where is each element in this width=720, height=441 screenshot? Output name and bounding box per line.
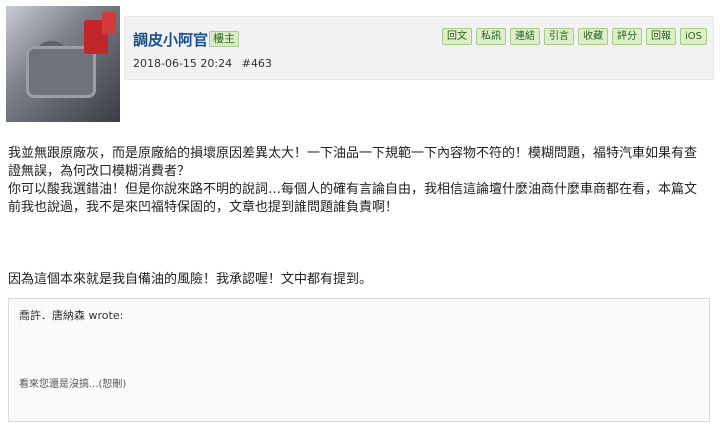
post-header: 調皮小阿官 樓主 2018-06-15 20:24 #463 回文 私訊 連結 … bbox=[124, 16, 714, 80]
private-message-button[interactable]: 私訊 bbox=[476, 28, 506, 45]
post-paragraph: 我並無跟原廠灰，而是原廠給的損壞原因差異太大！一下油品一下規範一下內容物不符的！… bbox=[8, 146, 698, 179]
quote-button[interactable]: 引言 bbox=[544, 28, 574, 45]
post-paragraph: 因為這個本來就是我自備油的風險！我承認喔！文中都有提到。 bbox=[8, 272, 373, 287]
post-floor-number[interactable]: #463 bbox=[242, 57, 272, 70]
post-meta: 2018-06-15 20:24 #463 bbox=[133, 57, 272, 70]
link-button[interactable]: 連結 bbox=[510, 28, 540, 45]
post-timestamp: 2018-06-15 20:24 bbox=[133, 57, 233, 70]
quote-body: 看來您還是沒搞...(恕刪) bbox=[19, 379, 127, 390]
avatar[interactable] bbox=[6, 6, 120, 122]
bookmark-button[interactable]: 收藏 bbox=[578, 28, 608, 45]
reply-button[interactable]: 回文 bbox=[442, 28, 472, 45]
quote-author: 喬許．唐納森 wrote: bbox=[19, 309, 124, 322]
action-buttons: 回文 私訊 連結 引言 收藏 評分 回報 iOS bbox=[442, 28, 707, 45]
report-button[interactable]: 回報 bbox=[646, 28, 676, 45]
role-badge: 樓主 bbox=[209, 31, 239, 47]
post-paragraph: 你可以酸我選錯油！但是你說來路不明的說詞…每個人的確有言論自由，我相信這論壇什麼… bbox=[8, 182, 698, 215]
username[interactable]: 調皮小阿官 bbox=[133, 29, 208, 50]
rate-button[interactable]: 評分 bbox=[612, 28, 642, 45]
red-component-image-2 bbox=[102, 12, 116, 34]
post-content: 我並無跟原廠灰，而是原廠給的損壞原因差異太大！一下油品一下規範一下內容物不符的！… bbox=[8, 145, 708, 289]
quote-block: 喬許．唐納森 wrote: 看來您還是沒搞...(恕刪) bbox=[8, 298, 710, 422]
ios-button[interactable]: iOS bbox=[680, 28, 707, 45]
